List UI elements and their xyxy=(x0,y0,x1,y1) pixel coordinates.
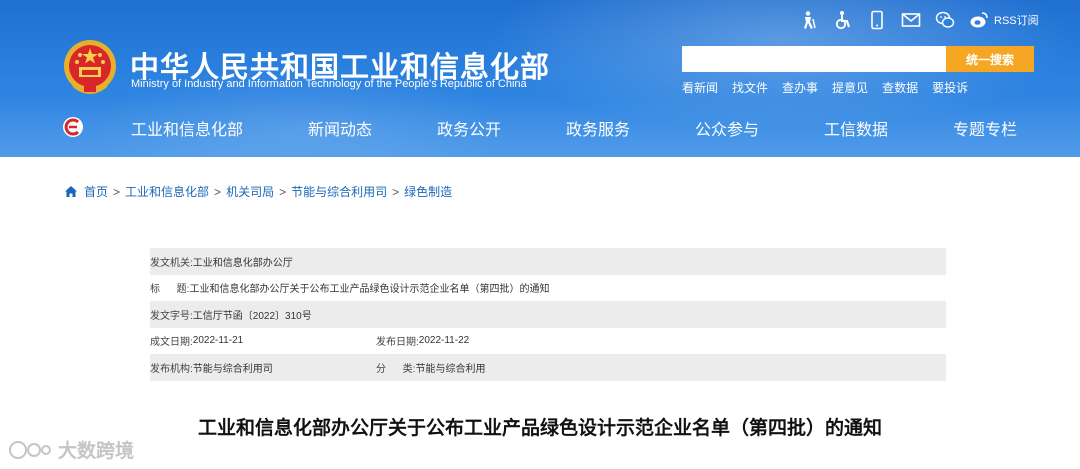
issuer-label: 发文机关: xyxy=(150,257,193,269)
search-button[interactable]: 统一搜索 xyxy=(946,46,1034,72)
mobile-icon[interactable] xyxy=(860,9,894,31)
site-header: 中华人民共和国工业和信息化部 Ministry of Industry and … xyxy=(0,0,1080,157)
breadcrumb-energy-dept[interactable]: 节能与综合利用司 xyxy=(291,183,387,200)
quick-link-files[interactable]: 找文件 xyxy=(732,79,768,96)
wechat-icon[interactable] xyxy=(928,9,962,31)
breadcrumb-separator: > xyxy=(113,184,121,199)
home-icon[interactable] xyxy=(64,185,78,198)
date-value: 2022-11-21 xyxy=(192,335,244,347)
watermark-logo-icon xyxy=(9,440,51,459)
breadcrumb-separator: > xyxy=(279,184,287,199)
document-info-table: 发文机关: 工业和信息化部办公厅 标 题: 工业和信息化部办公厅关于公布工业产品绿色… xyxy=(150,248,946,381)
category-label: 分 类: xyxy=(376,363,416,375)
nav-item-data[interactable]: 工信数据 xyxy=(824,116,888,140)
date-label: 成文日期: xyxy=(150,337,193,349)
nav-item-gov-services[interactable]: 政务服务 xyxy=(566,116,630,140)
watermark-text: 大数跨境 xyxy=(58,441,135,462)
nav-item-ministry[interactable]: 工业和信息化部 xyxy=(131,116,243,140)
quick-link-services[interactable]: 查办事 xyxy=(782,79,818,96)
doc-number-label: 发文字号: xyxy=(150,310,193,322)
weibo-icon[interactable] xyxy=(962,9,996,31)
category-value: 节能与综合利用 xyxy=(415,363,486,375)
search-input[interactable] xyxy=(682,46,946,72)
utility-toolbar: RSS订阅 xyxy=(792,9,1039,31)
quick-link-feedback[interactable]: 提意见 xyxy=(832,79,868,96)
info-row-org: 发布机构: 节能与综合利用司 分 类: 节能与综合利用 xyxy=(150,354,946,381)
accessibility-elder-icon[interactable] xyxy=(792,9,826,31)
info-row-doc-number: 发文字号: 工信厅节函〔2022〕310号 xyxy=(150,301,946,328)
info-row-title: 标 题: 工业和信息化部办公厅关于公布工业产品绿色设计示范企业名单（第四批）的通知 xyxy=(150,275,946,302)
breadcrumb-separator: > xyxy=(214,184,222,199)
watermark: 大数跨境 xyxy=(8,436,134,463)
nav-item-news[interactable]: 新闻动态 xyxy=(308,116,372,140)
breadcrumb-ministry[interactable]: 工业和信息化部 xyxy=(125,183,209,200)
title-value: 工业和信息化部办公厅关于公布工业产品绿色设计示范企业名单（第四批）的通知 xyxy=(189,284,550,296)
breadcrumb-green-manufacturing[interactable]: 绿色制造 xyxy=(404,183,452,200)
nav-item-topics[interactable]: 专题专栏 xyxy=(953,116,1017,140)
wheelchair-icon[interactable] xyxy=(826,9,860,31)
breadcrumb-separator: > xyxy=(392,184,400,199)
org-value: 节能与综合利用司 xyxy=(192,363,273,375)
quick-link-data[interactable]: 查数据 xyxy=(882,79,918,96)
quick-link-news[interactable]: 看新闻 xyxy=(682,79,718,96)
miit-logo-icon[interactable] xyxy=(62,116,84,138)
quick-link-complaint[interactable]: 要投诉 xyxy=(932,79,968,96)
main-nav: 工业和信息化部 新闻动态 政务公开 政务服务 公众参与 工信数据 专题专栏 xyxy=(0,112,1080,142)
nav-item-public-participation[interactable]: 公众参与 xyxy=(695,116,759,140)
site-subtitle: Ministry of Industry and Information Tec… xyxy=(131,78,527,90)
quick-links: 看新闻 找文件 查办事 提意见 查数据 要投诉 xyxy=(682,79,968,96)
issuer-value: 工业和信息化部办公厅 xyxy=(192,257,293,269)
breadcrumb-departments[interactable]: 机关司局 xyxy=(226,183,274,200)
title-label: 标 题: xyxy=(150,284,190,296)
mail-icon[interactable] xyxy=(894,9,928,31)
pub-date-value: 2022-11-22 xyxy=(418,335,470,347)
info-row-dates: 成文日期: 2022-11-21 发布日期: 2022-11-22 xyxy=(150,328,946,355)
national-emblem-icon[interactable] xyxy=(62,38,118,98)
breadcrumb-home[interactable]: 首页 xyxy=(84,183,108,200)
info-row-issuer: 发文机关: 工业和信息化部办公厅 xyxy=(150,248,946,275)
pub-date-label: 发布日期: xyxy=(376,337,419,349)
org-label: 发布机构: xyxy=(150,363,193,375)
nav-item-gov-affairs[interactable]: 政务公开 xyxy=(437,116,501,140)
doc-number-value: 工信厅节函〔2022〕310号 xyxy=(192,310,312,322)
document-title: 工业和信息化部办公厅关于公布工业产品绿色设计示范企业名单（第四批）的通知 xyxy=(197,418,882,439)
rss-link[interactable]: RSS订阅 xyxy=(994,12,1039,28)
breadcrumb: 首页 > 工业和信息化部 > 机关司局 > 节能与综合利用司 > 绿色制造 xyxy=(64,183,452,200)
